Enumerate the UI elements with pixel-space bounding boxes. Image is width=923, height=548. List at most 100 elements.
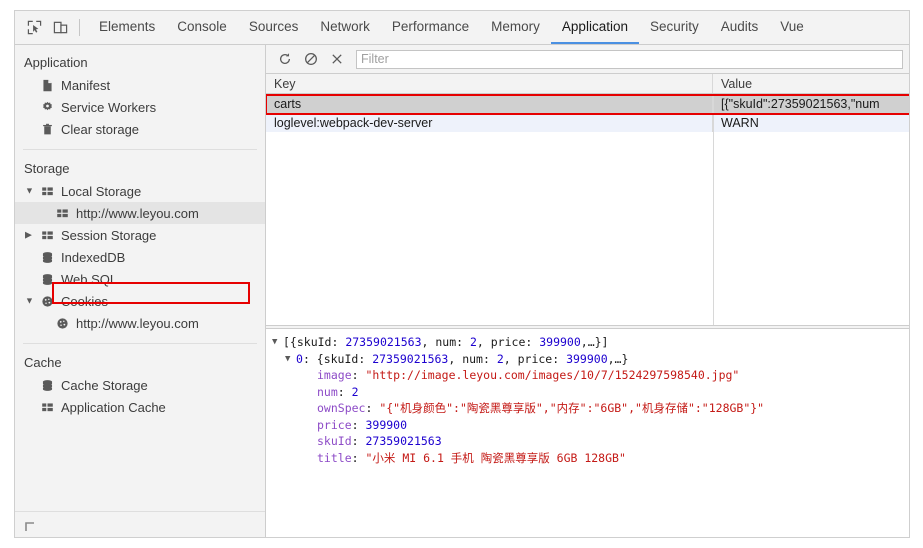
tab-console[interactable]: Console (166, 11, 238, 44)
tab-audits[interactable]: Audits (710, 11, 770, 44)
sidebar-item-clear-storage[interactable]: Clear storage (15, 118, 265, 140)
table-row[interactable]: carts [{"skuId":27359021563,"num (266, 94, 909, 113)
sidebar-item-label: IndexedDB (61, 249, 126, 265)
tab-vue[interactable]: Vue (769, 11, 815, 44)
cookie-icon (55, 316, 70, 331)
tab-sources[interactable]: Sources (238, 11, 310, 44)
chevron-down-icon[interactable]: ▼ (25, 186, 34, 196)
token-pun: skuId: (296, 335, 346, 349)
trash-icon (40, 122, 55, 137)
token-pun: [{ (283, 335, 297, 349)
preview-line[interactable]: title: "小米 MI 6.1 手机 陶瓷黑尊享版 6GB 128GB" (266, 450, 909, 467)
tab-application[interactable]: Application (550, 11, 639, 44)
column-header-value[interactable]: Value (713, 74, 909, 93)
token-pun: ,…} (607, 351, 629, 366)
preview-line[interactable]: ▼ 0: {skuId: 27359021563, num: 2, price: … (266, 351, 909, 368)
sidebar-item-session-storage[interactable]: ▶ Session Storage (15, 224, 265, 246)
chevron-down-icon[interactable]: ▼ (272, 334, 283, 351)
preview-line[interactable]: image: "http://image.leyou.com/images/10… (266, 367, 909, 384)
cell-value[interactable]: WARN (713, 113, 909, 132)
preview-line[interactable]: ownSpec: "{"机身颜色":"陶瓷黑尊享版","内存":"6GB","机… (266, 400, 909, 417)
toolbar-divider (79, 19, 80, 36)
sidebar-item-label: Local Storage (61, 183, 142, 199)
column-header-key[interactable]: Key (266, 74, 713, 93)
sidebar-item-local-storage[interactable]: ▼ Local Storage (15, 180, 265, 202)
token-num: 27359021563 (372, 351, 449, 366)
preview-line[interactable]: price: 399900 (266, 417, 909, 434)
preview-line-text: ownSpec: "{"机身颜色":"陶瓷黑尊享版","内存":"6GB","机… (317, 400, 764, 417)
storage-main-panel: Key Value carts[{"skuId":27359021563,"nu… (266, 45, 909, 537)
token-prop: ownSpec (317, 401, 366, 415)
token-num: 2 (469, 335, 477, 349)
sidebar-item-cookies[interactable]: ▼ Cookies (15, 290, 265, 312)
sidebar-group-title-application: Application (24, 55, 88, 70)
preview-line-text: price: 399900 (317, 417, 407, 434)
sidebar-item-cache-storage[interactable]: Cache Storage (15, 374, 265, 396)
table-row[interactable]: loglevel:webpack-dev-server WARN (266, 113, 909, 132)
document-icon (40, 78, 55, 93)
grid-icon (40, 400, 55, 415)
token-pun: : {skuId: (302, 351, 373, 366)
token-pun: , num: (448, 351, 497, 366)
sidebar-item-label: http://www.leyou.com (76, 315, 199, 331)
cell-key[interactable]: loglevel:webpack-dev-server (266, 113, 713, 132)
value-preview-pane[interactable]: ▼ [{skuId: 27359021563, num: 2, price: 39… (266, 329, 909, 537)
preview-line[interactable]: num: 2 (266, 384, 909, 401)
token-num: 0 (296, 351, 303, 366)
storage-toolbar (266, 45, 909, 74)
database-icon (40, 250, 55, 265)
cookie-icon (40, 294, 55, 309)
token-pun: , price: (476, 335, 540, 349)
chevron-right-icon[interactable]: ▶ (25, 230, 34, 240)
sidebar-item-label: Session Storage (61, 227, 157, 243)
refresh-icon[interactable] (272, 47, 298, 71)
inspect-element-icon[interactable] (21, 15, 47, 41)
token-prop: num (317, 384, 338, 399)
token-num: 2 (351, 384, 359, 399)
preview-line[interactable]: ▼ [{skuId: 27359021563, num: 2, price: 39… (266, 334, 909, 351)
sidebar-item-application-cache[interactable]: Application Cache (15, 396, 265, 418)
chevron-down-icon[interactable]: ▼ (285, 351, 296, 368)
tab-performance[interactable]: Performance (381, 11, 480, 44)
token-pun: : (351, 450, 366, 465)
sidebar-item-label: http://www.leyou.com (76, 205, 199, 221)
table-header-row: Key Value (266, 74, 909, 94)
column-divider (713, 94, 714, 325)
tab-security[interactable]: Security (639, 11, 710, 44)
delete-selected-icon[interactable] (324, 47, 350, 71)
tab-network[interactable]: Network (309, 11, 381, 44)
filter-input[interactable] (356, 49, 903, 69)
devtools-window: Elements Console Sources Network Performance… (14, 10, 910, 538)
grid-icon (40, 228, 55, 243)
token-pun: , price: (503, 351, 567, 366)
sidebar-item-http-www-leyou-com[interactable]: http://www.leyou.com (15, 202, 265, 224)
sidebar-item-manifest[interactable]: Manifest (15, 74, 265, 96)
sidebar-item-http-www-leyou-com[interactable]: http://www.leyou.com (15, 312, 265, 334)
cell-key[interactable]: carts (266, 94, 713, 113)
tab-memory[interactable]: Memory (480, 11, 551, 44)
token-num: 27359021563 (345, 335, 422, 349)
token-prop: skuId (317, 434, 352, 448)
token-str: "{"机身颜色":"陶瓷黑尊享版","内存":"6GB","机身存储":"128… (379, 401, 765, 415)
sidebar-item-indexeddb[interactable]: IndexedDB (15, 246, 265, 268)
chevron-down-icon[interactable]: ▼ (25, 296, 34, 306)
sidebar-item-web-sql[interactable]: Web SQL (15, 268, 265, 290)
tab-elements[interactable]: Elements (88, 11, 166, 44)
cell-value[interactable]: [{"skuId":27359021563,"num (713, 94, 909, 113)
application-sidebar[interactable]: Application Manifest Service Workers Clear … (15, 45, 266, 537)
clear-all-icon[interactable] (298, 47, 324, 71)
token-pun: : (351, 368, 366, 382)
sidebar-item-service-workers[interactable]: Service Workers (15, 96, 265, 118)
token-pun: : (365, 401, 380, 415)
token-str: "http://image.leyou.com/images/10/7/1524… (365, 368, 740, 382)
preview-line-text: 0: {skuId: 27359021563, num: 2, price: 3… (296, 351, 628, 368)
sidebar-item-label: Web SQL (61, 271, 118, 287)
gear-icon (40, 100, 55, 115)
preview-line[interactable]: skuId: 27359021563 (266, 433, 909, 450)
device-toolbar-icon[interactable] (47, 15, 73, 41)
database-icon (40, 378, 55, 393)
grid-icon (55, 206, 70, 221)
storage-table[interactable]: Key Value carts [{"skuId":27359021563,"nu… (266, 74, 909, 325)
token-pun: ,…}] (580, 335, 609, 349)
sidebar-item-label: Application Cache (61, 399, 166, 415)
